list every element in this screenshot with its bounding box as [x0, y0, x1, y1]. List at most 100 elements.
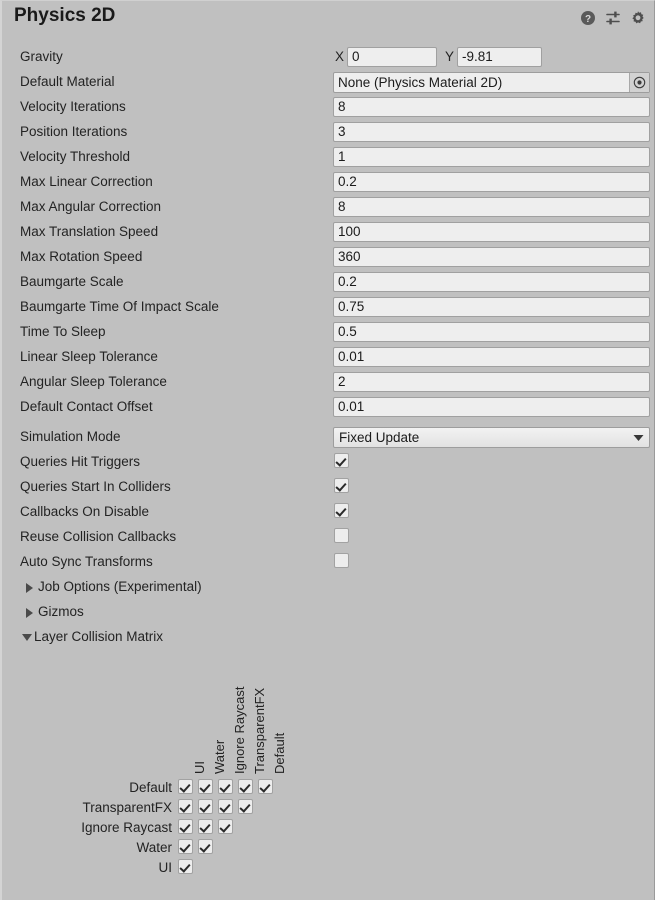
property-input[interactable]: 0.01: [333, 347, 650, 367]
matrix-checkbox[interactable]: [218, 799, 233, 814]
property-input[interactable]: 0.75: [333, 297, 650, 317]
matrix-checkbox[interactable]: [198, 799, 213, 814]
property-label: Default Contact Offset: [20, 399, 153, 414]
preset-icon[interactable]: [605, 10, 621, 26]
gravity-label: Gravity: [20, 49, 63, 64]
property-label: Position Iterations: [20, 124, 128, 139]
panel-header: Physics 2D ?: [2, 1, 654, 39]
matrix-checkbox[interactable]: [178, 839, 193, 854]
svg-text:?: ?: [585, 14, 591, 25]
property-row: Position Iterations 3: [2, 120, 655, 145]
matrix-checkbox[interactable]: [198, 779, 213, 794]
simulation-mode-value: Fixed Update: [339, 430, 420, 445]
gravity-y-input[interactable]: -9.81: [457, 47, 542, 67]
matrix-checkbox[interactable]: [238, 799, 253, 814]
matrix-checkbox[interactable]: [238, 779, 253, 794]
property-input[interactable]: 2: [333, 372, 650, 392]
matrix-row-header: Water: [136, 840, 172, 855]
simulation-mode-label: Simulation Mode: [20, 429, 121, 444]
toggle-checkbox[interactable]: [334, 528, 349, 543]
matrix-checkbox[interactable]: [218, 779, 233, 794]
settings-gear-icon[interactable]: [630, 10, 646, 26]
property-input[interactable]: 8: [333, 197, 650, 217]
property-row: Baumgarte Time Of Impact Scale 0.75: [2, 295, 655, 320]
chevron-down-icon: [627, 434, 649, 442]
property-label: Velocity Threshold: [20, 149, 131, 164]
triangle-right-icon: [26, 583, 33, 593]
property-input[interactable]: 100: [333, 222, 650, 242]
matrix-column-header: UI: [192, 761, 207, 774]
property-label: Baumgarte Time Of Impact Scale: [20, 299, 219, 314]
toggle-label: Callbacks On Disable: [20, 504, 150, 519]
property-row: Linear Sleep Tolerance 0.01: [2, 345, 655, 370]
matrix-checkbox[interactable]: [258, 779, 273, 794]
property-row: Max Rotation Speed 360: [2, 245, 655, 270]
property-row: Max Angular Correction 8: [2, 195, 655, 220]
property-row: Time To Sleep 0.5: [2, 320, 655, 345]
matrix-row-header: Ignore Raycast: [81, 820, 172, 835]
foldout-gizmos[interactable]: Gizmos: [2, 600, 655, 625]
toggle-checkbox[interactable]: [334, 553, 349, 568]
property-input[interactable]: 0.2: [333, 272, 650, 292]
property-label: Linear Sleep Tolerance: [20, 349, 158, 364]
property-input[interactable]: 3: [333, 122, 650, 142]
matrix-column-header: Water: [212, 739, 227, 774]
matrix-column-header: Ignore Raycast: [232, 686, 247, 774]
matrix-column-header: TransparentFX: [252, 687, 267, 774]
property-label: Max Angular Correction: [20, 199, 162, 214]
property-label: Angular Sleep Tolerance: [20, 374, 167, 389]
property-row: Baumgarte Scale 0.2: [2, 270, 655, 295]
matrix-row-header: Default: [129, 780, 172, 795]
default-material-object-field[interactable]: None (Physics Material 2D): [333, 72, 650, 93]
property-input[interactable]: 360: [333, 247, 650, 267]
matrix-checkbox[interactable]: [198, 819, 213, 834]
toggle-label: Auto Sync Transforms: [20, 554, 153, 569]
foldout-label: Gizmos: [38, 604, 84, 619]
physics-2d-settings-panel: Physics 2D ? Gravity X 0 Y -9.81 Default…: [0, 0, 655, 900]
property-label: Max Translation Speed: [20, 224, 159, 239]
property-input[interactable]: 0.2: [333, 172, 650, 192]
matrix-checkbox[interactable]: [178, 859, 193, 874]
matrix-checkbox[interactable]: [198, 839, 213, 854]
property-input[interactable]: 0.01: [333, 397, 650, 417]
property-row: Max Translation Speed 100: [2, 220, 655, 245]
object-picker-icon[interactable]: [629, 73, 649, 92]
matrix-row-header: UI: [158, 860, 173, 875]
header-icon-group: ?: [580, 10, 646, 26]
foldout-layer-collision-matrix[interactable]: Layer Collision Matrix: [2, 625, 655, 650]
matrix-checkbox[interactable]: [178, 819, 193, 834]
property-input[interactable]: 0.5: [333, 322, 650, 342]
matrix-checkbox[interactable]: [178, 779, 193, 794]
property-row-toggle: Callbacks On Disable: [2, 500, 655, 525]
property-row: Velocity Iterations 8: [2, 95, 655, 120]
foldout-job-options-experimental[interactable]: Job Options (Experimental): [2, 575, 655, 600]
property-row-gravity: Gravity X 0 Y -9.81: [2, 45, 655, 70]
matrix-row-header: TransparentFX: [82, 800, 172, 815]
simulation-mode-dropdown[interactable]: Fixed Update: [333, 427, 650, 448]
help-icon[interactable]: ?: [580, 10, 596, 26]
matrix-column-header: Default: [272, 732, 287, 774]
gravity-x-input[interactable]: 0: [347, 47, 437, 67]
toggle-checkbox[interactable]: [334, 478, 349, 493]
property-label: Max Rotation Speed: [20, 249, 143, 264]
property-label: Time To Sleep: [20, 324, 106, 339]
property-row: Velocity Threshold 1: [2, 145, 655, 170]
layer-collision-matrix: UI Water Ignore Raycast TransparentFX Defaul…: [2, 661, 655, 891]
property-label: Velocity Iterations: [20, 99, 126, 114]
property-row: Angular Sleep Tolerance 2: [2, 370, 655, 395]
matrix-checkbox[interactable]: [178, 799, 193, 814]
toggle-label: Queries Hit Triggers: [20, 454, 141, 469]
toggle-checkbox[interactable]: [334, 503, 349, 518]
property-row-simulation-mode: Simulation Mode Fixed Update: [2, 425, 655, 450]
property-row-toggle: Queries Start In Colliders: [2, 475, 655, 500]
property-input[interactable]: 1: [333, 147, 650, 167]
property-row: Default Contact Offset 0.01: [2, 395, 655, 420]
toggle-label: Reuse Collision Callbacks: [20, 529, 177, 544]
toggle-checkbox[interactable]: [334, 453, 349, 468]
page-title: Physics 2D: [14, 5, 116, 26]
matrix-checkbox[interactable]: [218, 819, 233, 834]
property-input[interactable]: 8: [333, 97, 650, 117]
default-material-label: Default Material: [20, 74, 115, 89]
foldout-label: Job Options (Experimental): [38, 579, 202, 594]
triangle-down-icon: [22, 634, 32, 641]
